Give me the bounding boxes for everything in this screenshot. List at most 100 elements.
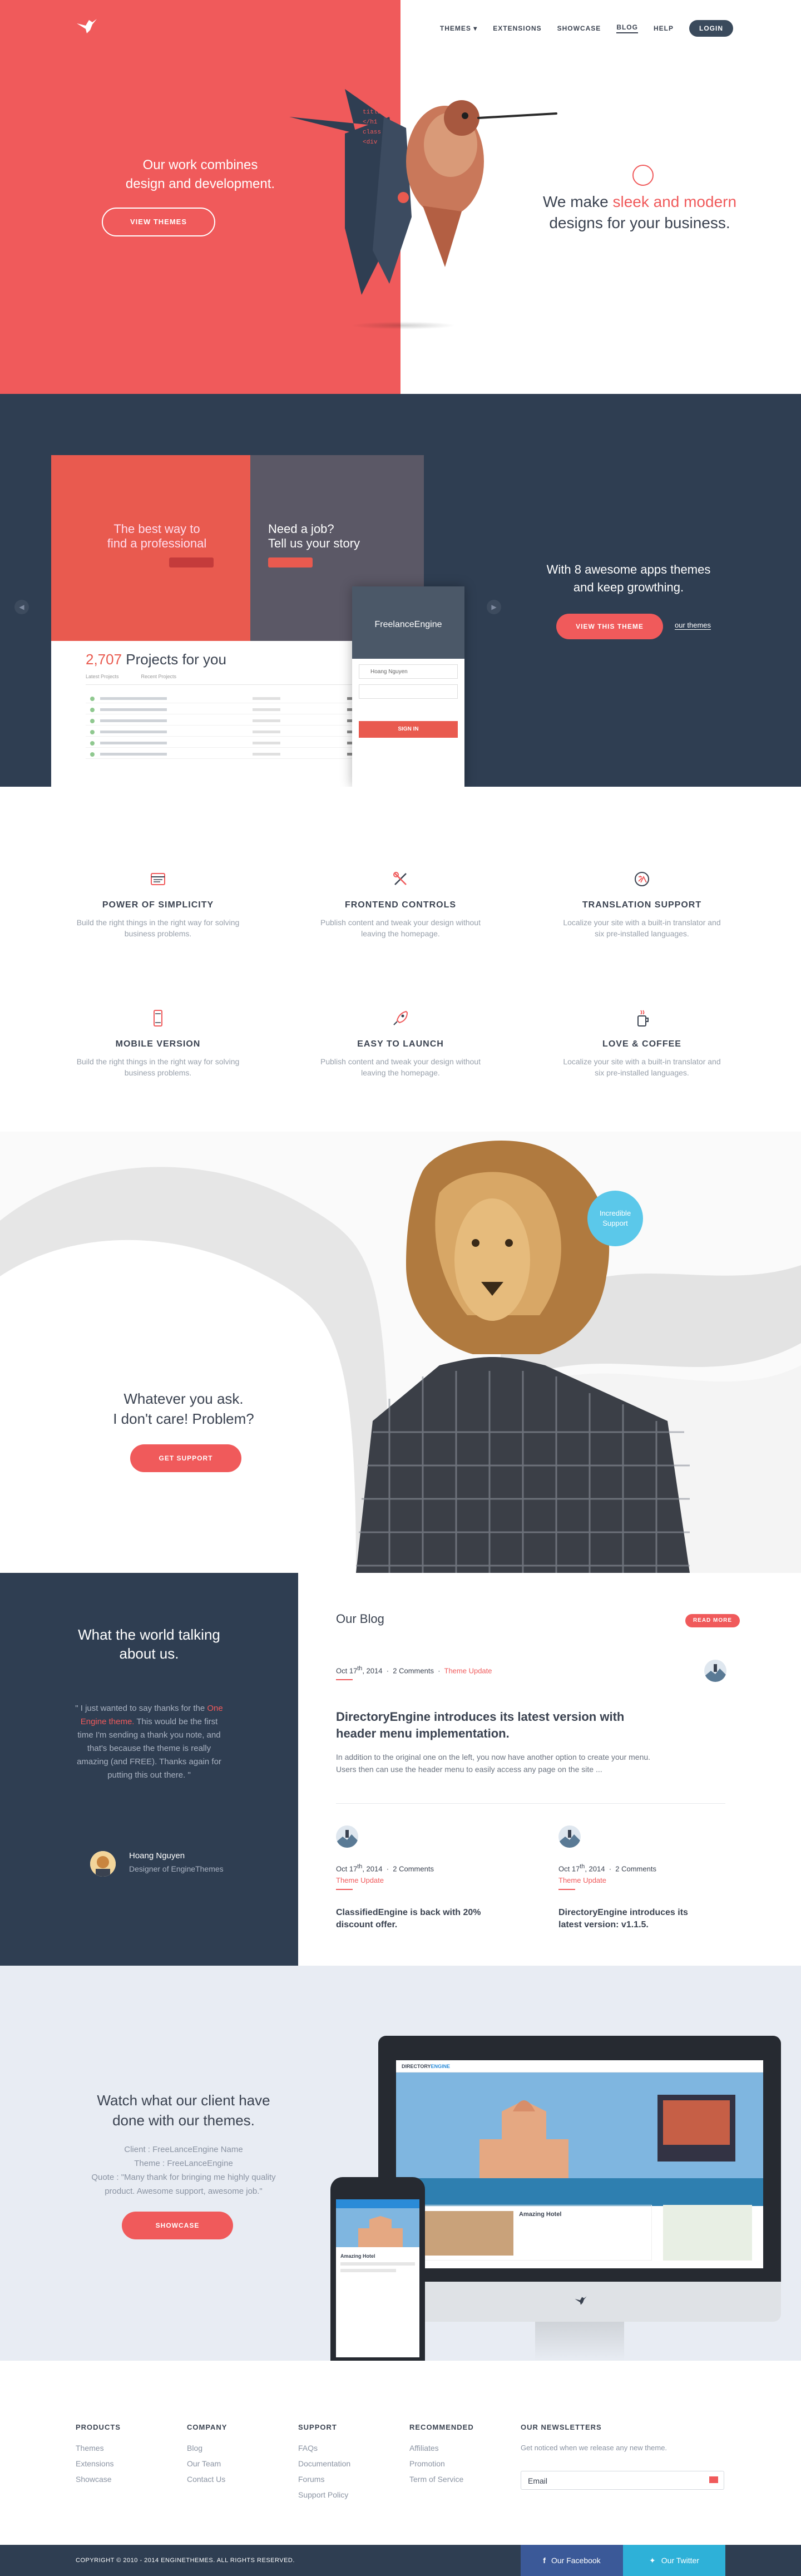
feature-desc: Publish content and tweak your design wi…: [320, 918, 481, 938]
monitor-stand: [535, 2322, 624, 2361]
post-title[interactable]: ClassifiedEngine is back with 20% discoun…: [336, 1907, 481, 1931]
meta-underline: [336, 1889, 353, 1891]
footer-link[interactable]: Our Team: [187, 2459, 227, 2468]
newsletter-title: OUR NEWSLETTERS: [521, 2423, 602, 2431]
footer-link[interactable]: Contact Us: [187, 2475, 227, 2484]
feature-title: MOBILE VERSION: [115, 1039, 201, 1049]
footer-link[interactable]: Showcase: [76, 2475, 121, 2484]
footer-link[interactable]: Promotion: [409, 2459, 474, 2468]
mockup-project-row: [86, 717, 375, 726]
site-footer: PRODUCTS Themes Extensions Showcase COMP…: [0, 2361, 801, 2545]
post-category-link[interactable]: Theme Update: [336, 1876, 434, 1884]
meta-underline: [558, 1889, 575, 1891]
footer-link[interactable]: Themes: [76, 2444, 121, 2452]
bird-shadow: [350, 322, 456, 329]
nav-extensions[interactable]: EXTENSIONS: [493, 24, 541, 32]
map-thumbnail: [663, 2205, 752, 2261]
footer-link[interactable]: FAQs: [298, 2444, 350, 2452]
nav-showcase[interactable]: SHOWCASE: [557, 24, 601, 32]
footer-link[interactable]: Affiliates: [409, 2444, 474, 2452]
post-date: Oct 17: [558, 1864, 580, 1873]
twitter-button[interactable]: ✦ Our Twitter: [623, 2545, 725, 2576]
hero-right-accent: sleek and modern: [612, 193, 737, 210]
feature-title: LOVE & COFFEE: [602, 1039, 681, 1049]
footer-col-title: SUPPORT: [298, 2423, 337, 2431]
envelope-icon[interactable]: [709, 2476, 718, 2483]
client-heading: Watch what our client have done with our …: [78, 2090, 289, 2130]
feature-desc: Localize your site with a built-in trans…: [563, 1057, 721, 1077]
meta-underline: [336, 1679, 353, 1681]
feature-title: POWER OF SIMPLICITY: [102, 900, 214, 910]
mockup-project-row: [86, 750, 375, 759]
hummingbird-logo-icon[interactable]: [76, 17, 98, 36]
nav-help[interactable]: HELP: [654, 24, 674, 32]
testimonial-heading-line: What the world talking: [78, 1626, 220, 1643]
view-this-theme-button[interactable]: VIEW THIS THEME: [556, 614, 663, 639]
feature-desc: Publish content and tweak your design wi…: [320, 1057, 481, 1077]
mockup-heading-line: Need a job?: [268, 522, 334, 536]
support-line2: I don't care! Problem?: [113, 1410, 254, 1427]
post-category-link[interactable]: Theme Update: [444, 1666, 492, 1675]
feature-item: LOVE & COFFEE Localize your site with a …: [558, 1007, 725, 1078]
phone-listing-title: Amazing Hotel: [340, 2253, 375, 2259]
badge-line: Support: [602, 1219, 628, 1227]
mockup-tabs: Latest Projects Recent Projects: [86, 674, 375, 685]
tools-icon: [389, 868, 412, 890]
newsletter-desc: Get noticed when we release any new them…: [521, 2444, 668, 2452]
monitor-screen: DIRECTORYENGINE Amazing Hotel: [396, 2060, 763, 2268]
lion-man-illustration: [356, 1141, 690, 1573]
mockup-heading-line: The best way to: [113, 522, 200, 536]
post-title-line: DirectoryEngine introduces its: [558, 1908, 688, 1917]
code-line: title=Flo: [363, 109, 396, 116]
site-brand-accent: ENGINE: [431, 2064, 451, 2069]
slider-tagline: With 8 awesome apps themes and keep grow…: [534, 561, 723, 596]
rocket-icon: [389, 1007, 412, 1029]
post-title[interactable]: DirectoryEngine introduces its latest ver…: [558, 1907, 688, 1931]
support-section: Incredible Support Whatever you ask. I do…: [0, 1132, 801, 1573]
showcase-button[interactable]: SHOWCASE: [122, 2212, 233, 2239]
footer-link[interactable]: Extensions: [76, 2459, 121, 2468]
nav-themes[interactable]: THEMES ▾: [440, 24, 477, 32]
slider-next-icon[interactable]: ▶: [487, 600, 501, 614]
footer-link[interactable]: Term of Service: [409, 2475, 474, 2484]
phone-text-line: [340, 2262, 415, 2266]
our-themes-link[interactable]: our themes: [675, 621, 711, 630]
post-comments-link[interactable]: 2 Comments: [393, 1864, 434, 1873]
main-nav: THEMES ▾ EXTENSIONS SHOWCASE BLOG HELP L…: [440, 20, 733, 37]
newsletter-email-input[interactable]: Email: [521, 2471, 724, 2490]
post-category-link[interactable]: Theme Update: [558, 1876, 656, 1884]
avatar: [90, 1851, 116, 1877]
featured-post-title[interactable]: DirectoryEngine introduces its latest ve…: [336, 1709, 624, 1742]
footer-link[interactable]: Documentation: [298, 2459, 350, 2468]
footer-link[interactable]: Support Policy: [298, 2490, 350, 2499]
post-date-year: , 2014: [362, 1666, 383, 1675]
feature-item: FRONTEND CONTROLS Publish content and tw…: [317, 868, 484, 939]
badge-line: Incredible: [599, 1209, 631, 1217]
facebook-button[interactable]: f Our Facebook: [521, 2545, 623, 2576]
hummingbird-logo-icon: [575, 2296, 587, 2305]
post-date-suffix: th: [357, 1665, 363, 1672]
site-brand: DIRECTORY: [402, 2064, 431, 2069]
footer-link[interactable]: Blog: [187, 2444, 227, 2452]
view-themes-button[interactable]: VIEW THEMES: [102, 208, 215, 236]
phone-text-line: [340, 2269, 396, 2272]
email-placeholder: Email: [528, 2476, 548, 2485]
post-title-line: header menu implementation.: [336, 1726, 510, 1740]
mockup-projects-title: 2,707 Projects for you: [86, 651, 226, 668]
testimonial-role: Designer of EngineThemes: [129, 1864, 224, 1873]
post-comments-link[interactable]: 2 Comments: [393, 1666, 434, 1675]
nav-blog[interactable]: BLOG: [616, 23, 638, 33]
get-support-button[interactable]: GET SUPPORT: [130, 1444, 241, 1472]
login-button[interactable]: LOGIN: [689, 20, 733, 37]
mockup-tab: Recent Projects: [141, 674, 177, 679]
testimonial-panel: What the world talking about us. " I just…: [0, 1573, 298, 1966]
post-title-line: DirectoryEngine introduces its latest ve…: [336, 1710, 625, 1724]
client-details: Client : FreeLanceEngine Name Theme : Fr…: [78, 2143, 289, 2198]
read-more-button[interactable]: READ MORE: [685, 1614, 740, 1627]
code-line: </h1: [363, 119, 378, 126]
footer-link[interactable]: Forums: [298, 2475, 350, 2484]
feature-title: EASY TO LAUNCH: [357, 1039, 444, 1049]
slider-prev-icon[interactable]: ◀: [14, 600, 29, 614]
post-comments-link[interactable]: 2 Comments: [615, 1864, 656, 1873]
mobile-icon: [147, 1007, 169, 1029]
